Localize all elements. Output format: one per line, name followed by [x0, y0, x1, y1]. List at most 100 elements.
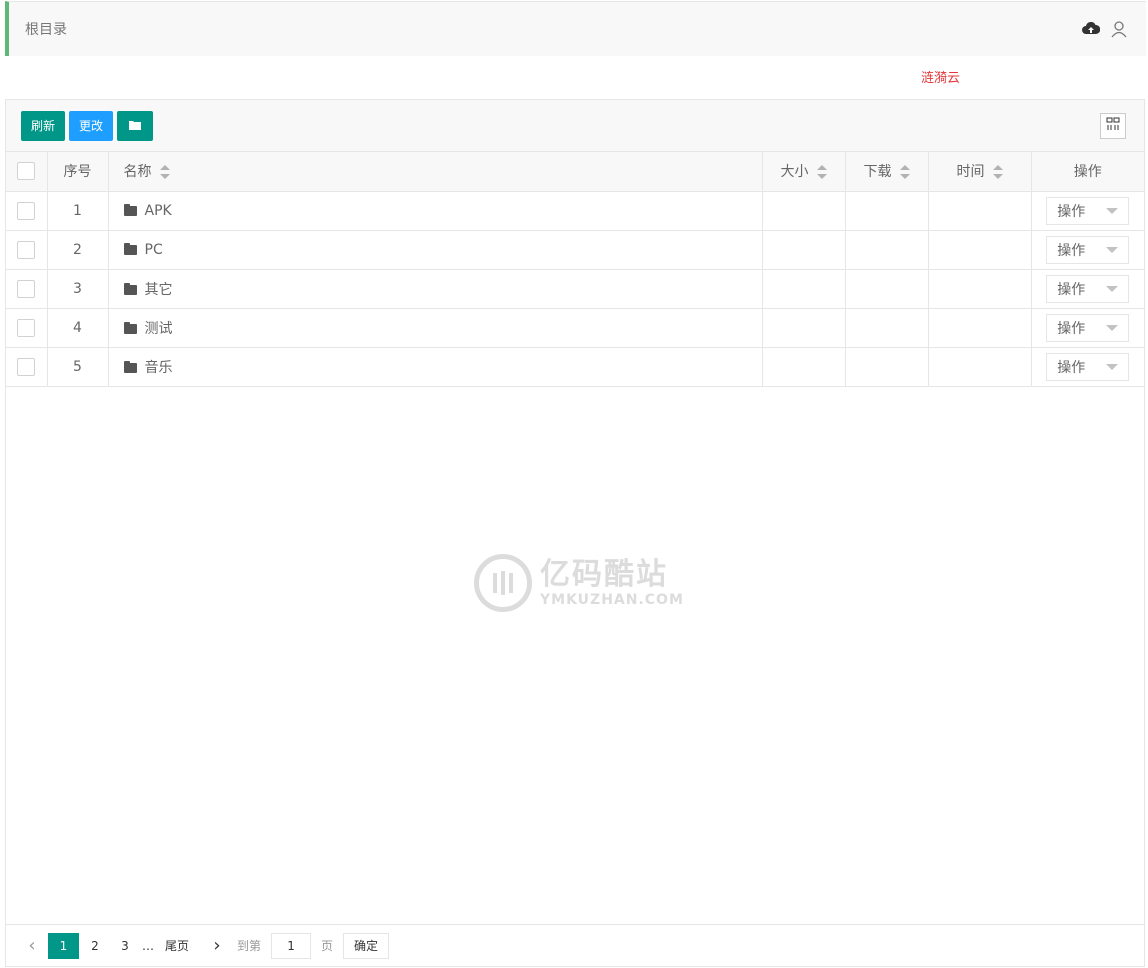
action-dropdown[interactable]: 操作: [1046, 352, 1130, 381]
table-row[interactable]: 4 测试 操作: [6, 308, 1144, 348]
action-dropdown[interactable]: 操作: [1046, 274, 1130, 303]
folder-name: APK: [144, 202, 172, 219]
table-row[interactable]: 2 PC 操作: [6, 230, 1144, 270]
header-index: 序号: [47, 152, 109, 192]
row-check-cell: [6, 191, 48, 231]
row-download: [845, 230, 929, 270]
pager-ellipsis: …: [142, 938, 154, 953]
watermark-subtitle: YMKUZHAN.COM: [540, 592, 684, 608]
row-time: [928, 347, 1032, 387]
last-page-button[interactable]: 尾页: [163, 933, 191, 959]
folder-icon: [123, 282, 137, 295]
row-checkbox[interactable]: [17, 318, 36, 337]
goto-page-input[interactable]: [271, 932, 312, 959]
row-checkbox[interactable]: [17, 201, 36, 220]
change-button[interactable]: 更改: [69, 110, 114, 141]
row-check-cell: [6, 269, 48, 309]
action-dropdown[interactable]: 操作: [1046, 313, 1130, 342]
watermark-logo-icon: [474, 554, 532, 612]
cloud-upload-icon[interactable]: [1082, 20, 1100, 38]
toolbar: 刷新 更改: [6, 100, 1144, 152]
row-checkbox[interactable]: [17, 357, 36, 376]
page-1-button[interactable]: 1: [48, 932, 79, 959]
select-all-checkbox[interactable]: [17, 162, 36, 181]
table-row[interactable]: 5 音乐 操作: [6, 347, 1144, 387]
table-header-row: 序号 名称 大小 下载 时间 操作: [6, 152, 1144, 192]
folder-link[interactable]: 测试: [123, 321, 173, 337]
row-download: [845, 269, 929, 309]
header-name[interactable]: 名称: [108, 152, 763, 192]
row-checkbox[interactable]: [17, 279, 36, 298]
folder-icon: [123, 203, 137, 216]
header-size[interactable]: 大小: [762, 152, 846, 192]
header-time[interactable]: 时间: [928, 152, 1032, 192]
row-checkbox[interactable]: [17, 240, 36, 259]
folder-link[interactable]: PC: [123, 241, 163, 258]
row-index: 5: [47, 347, 109, 387]
action-dropdown-label: 操作: [1057, 320, 1086, 337]
goto-confirm-button[interactable]: 确定: [343, 932, 390, 959]
sort-icon[interactable]: [159, 165, 170, 180]
header-size-label: 大小: [780, 164, 809, 181]
action-dropdown-label: 操作: [1057, 359, 1086, 376]
sort-icon[interactable]: [992, 165, 1003, 180]
column-filter-button[interactable]: [1100, 113, 1126, 139]
folder-link[interactable]: 其它: [123, 282, 173, 298]
row-check-cell: [6, 347, 48, 387]
next-page-button[interactable]: ›: [203, 933, 231, 959]
watermark-text: 亿码酷站 YMKUZHAN.COM: [540, 558, 684, 609]
row-download: [845, 308, 929, 348]
row-name-cell: PC: [108, 230, 763, 270]
user-icon[interactable]: [1110, 20, 1128, 38]
row-download: [845, 347, 929, 387]
folder-link[interactable]: APK: [123, 202, 172, 219]
action-dropdown[interactable]: 操作: [1046, 196, 1130, 225]
header-action: 操作: [1031, 152, 1144, 192]
action-dropdown-label: 操作: [1057, 281, 1086, 298]
goto-label: 到第: [237, 939, 262, 953]
row-action-cell: 操作: [1031, 269, 1144, 309]
row-name-cell: 其它: [108, 269, 763, 309]
watermark: 亿码酷站 YMKUZHAN.COM: [474, 554, 684, 612]
page-3-button[interactable]: 3: [111, 933, 139, 959]
row-action-cell: 操作: [1031, 230, 1144, 270]
header-check-cell: [6, 152, 48, 192]
brand-text: 涟漪云: [921, 71, 961, 86]
folder-icon: [123, 360, 137, 373]
row-name-cell: 音乐: [108, 347, 763, 387]
action-dropdown-label: 操作: [1057, 242, 1086, 259]
chevron-down-icon: [1106, 324, 1119, 331]
file-table-panel: 刷新 更改 序号 名称 大小 下载 时间 操作 1 APK 操作 2 PC 操作 3 其它: [5, 99, 1145, 967]
row-size: [762, 230, 846, 270]
sort-icon[interactable]: [899, 165, 910, 180]
page-unit-label: 页: [321, 939, 334, 953]
row-index: 3: [47, 269, 109, 309]
folder-name: PC: [144, 241, 163, 258]
page-2-button[interactable]: 2: [81, 933, 109, 959]
breadcrumb-root[interactable]: 根目录: [25, 19, 67, 39]
folder-link[interactable]: 音乐: [123, 360, 173, 376]
table-body: 1 APK 操作 2 PC 操作 3 其它 操作 4 测试 操作 5 音乐 操作: [6, 191, 1144, 387]
columns-icon: [1106, 117, 1120, 135]
row-index: 2: [47, 230, 109, 270]
table-row[interactable]: 1 APK 操作: [6, 191, 1144, 231]
row-action-cell: 操作: [1031, 191, 1144, 231]
refresh-button[interactable]: 刷新: [21, 110, 66, 141]
row-check-cell: [6, 230, 48, 270]
sort-icon[interactable]: [816, 165, 827, 180]
header-download[interactable]: 下载: [845, 152, 929, 192]
row-name-cell: 测试: [108, 308, 763, 348]
pagination: ‹ 1 2 3 … 尾页 › 到第 页 确定: [6, 924, 1144, 966]
table-row[interactable]: 3 其它 操作: [6, 269, 1144, 309]
chevron-down-icon: [1106, 246, 1119, 253]
new-folder-button[interactable]: [117, 110, 154, 141]
header-time-label: 时间: [956, 164, 985, 181]
header-name-label: 名称: [123, 164, 152, 181]
row-index: 4: [47, 308, 109, 348]
row-size: [762, 191, 846, 231]
row-size: [762, 347, 846, 387]
row-action-cell: 操作: [1031, 308, 1144, 348]
action-dropdown[interactable]: 操作: [1046, 235, 1130, 264]
chevron-down-icon: [1106, 363, 1119, 370]
prev-page-button[interactable]: ‹: [18, 933, 46, 959]
